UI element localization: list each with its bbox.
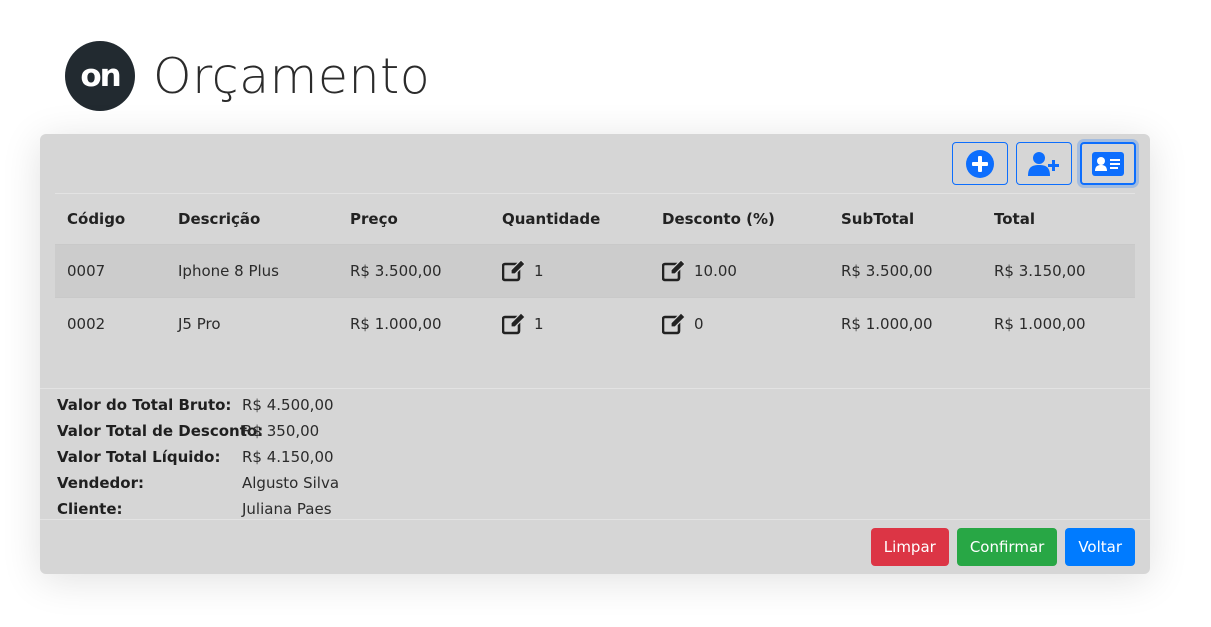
user-plus-icon [1028,151,1060,177]
col-header-discount: Desconto (%) [662,210,775,228]
table-row: 0007 Iphone 8 Plus R$ 3.500,00 1 10.00 R… [55,244,1135,297]
toolbar [952,142,1136,185]
page-header: on Orçamento [65,40,430,112]
cell-subtotal: R$ 1.000,00 [841,315,933,333]
col-header-code: Código [67,210,126,228]
edit-discount-icon[interactable] [662,260,686,282]
net-label: Valor Total Líquido: [57,448,221,466]
discount-total-value: R$ 350,00 [242,422,320,440]
cell-total: R$ 3.150,00 [994,262,1086,280]
cell-price: R$ 1.000,00 [350,315,442,333]
cell-total: R$ 1.000,00 [994,315,1086,333]
footer-actions: Limpar Confirmar Voltar [870,528,1135,566]
client-value: Juliana Paes [242,500,332,518]
col-header-description: Descrição [178,210,261,228]
summary-discount: Valor Total de Desconto: R$ 350,00 [57,418,457,444]
clear-button[interactable]: Limpar [870,528,949,566]
net-value: R$ 4.150,00 [242,448,334,466]
gross-value: R$ 4.500,00 [242,396,334,414]
add-client-button[interactable] [1016,142,1072,185]
cell-description: J5 Pro [178,315,221,333]
table-header: Código Descrição Preço Quantidade Descon… [55,194,1135,244]
cell-code: 0002 [67,315,106,333]
plus-circle-icon [965,149,995,179]
items-table: Código Descrição Preço Quantidade Descon… [55,194,1135,350]
col-header-subtotal: SubTotal [841,210,915,228]
summary-net: Valor Total Líquido: R$ 4.150,00 [57,444,457,470]
summary-gross: Valor do Total Bruto: R$ 4.500,00 [57,392,457,418]
divider [40,519,1150,520]
id-card-icon [1092,151,1124,176]
cell-code: 0007 [67,262,106,280]
cell-quantity: 1 [502,313,544,335]
seller-label: Vendedor: [57,474,144,492]
edit-quantity-icon[interactable] [502,313,526,335]
table-row: 0002 J5 Pro R$ 1.000,00 1 0 R$ 1.000,00 … [55,297,1135,350]
cell-subtotal: R$ 3.500,00 [841,262,933,280]
seller-value: Algusto Silva [242,474,340,492]
discount-label: Valor Total de Desconto: [57,422,264,440]
edit-discount-icon[interactable] [662,313,686,335]
summary-seller: Vendedor: Algusto Silva [57,470,457,496]
divider [40,388,1150,389]
gross-label: Valor do Total Bruto: [57,396,232,414]
summary: Valor do Total Bruto: R$ 4.500,00 Valor … [57,392,457,522]
discount-value: 0 [694,315,704,333]
col-header-total: Total [994,210,1035,228]
client-card-button[interactable] [1080,142,1136,185]
edit-quantity-icon[interactable] [502,260,526,282]
confirm-button[interactable]: Confirmar [956,528,1058,566]
discount-value: 10.00 [694,262,737,280]
cell-discount: 10.00 [662,260,737,282]
quantity-value: 1 [534,262,544,280]
cell-description: Iphone 8 Plus [178,262,279,280]
logo: on [65,41,135,111]
cell-discount: 0 [662,313,704,335]
back-button[interactable]: Voltar [1065,528,1135,566]
cell-quantity: 1 [502,260,544,282]
add-product-button[interactable] [952,142,1008,185]
client-label: Cliente: [57,500,123,518]
cell-price: R$ 3.500,00 [350,262,442,280]
quote-panel: Código Descrição Preço Quantidade Descon… [40,134,1150,574]
quantity-value: 1 [534,315,544,333]
col-header-quantity: Quantidade [502,210,601,228]
page-title: Orçamento [153,47,431,105]
col-header-price: Preço [350,210,398,228]
